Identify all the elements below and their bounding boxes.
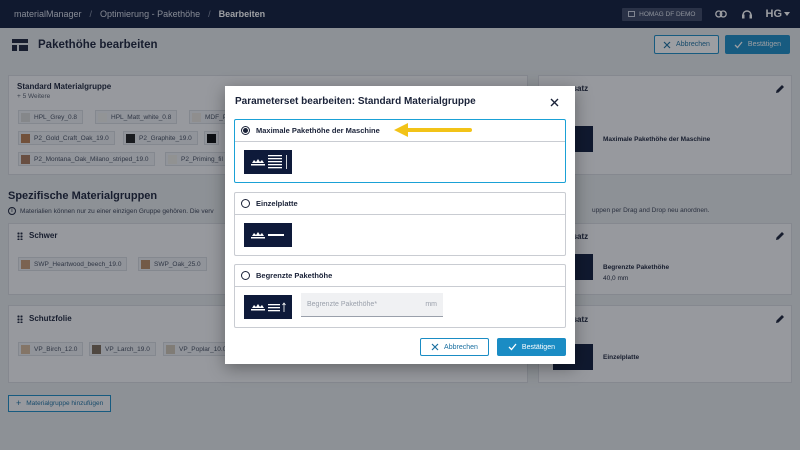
input-unit: mm [425, 301, 437, 308]
option-label: Maximale Pakethöhe der Maschine [256, 126, 380, 135]
close-icon [431, 343, 439, 351]
check-icon [508, 343, 517, 351]
option-header[interactable]: Begrenzte Pakethöhe [235, 265, 565, 287]
option-limited-height[interactable]: Begrenzte Pakethöhe Begrenzte Pakethöhe*… [234, 264, 566, 328]
dialog-confirm-label: Bestätigen [521, 343, 555, 351]
option-label: Begrenzte Pakethöhe [256, 271, 333, 280]
single-panel-icon [244, 223, 292, 247]
limited-height-input[interactable]: Begrenzte Pakethöhe* mm [301, 293, 443, 317]
dialog-confirm-button[interactable]: Bestätigen [496, 338, 566, 356]
highlight-arrow-icon [394, 123, 472, 137]
radio-button-selected[interactable] [241, 126, 250, 135]
stack-limited-icon [244, 295, 292, 319]
input-placeholder: Begrenzte Pakethöhe* [307, 301, 378, 308]
option-header[interactable]: Einzelplatte [235, 193, 565, 215]
close-icon[interactable] [550, 98, 559, 107]
radio-button[interactable] [241, 271, 250, 280]
option-single-panel[interactable]: Einzelplatte [234, 192, 566, 256]
dialog-cancel-label: Abbrechen [444, 343, 478, 351]
option-label: Einzelplatte [256, 199, 298, 208]
dialog-cancel-button[interactable]: Abbrechen [420, 338, 489, 356]
radio-button[interactable] [241, 199, 250, 208]
dialog-title: Parameterset bearbeiten: Standard Materi… [235, 96, 476, 107]
stack-max-icon [244, 150, 292, 174]
